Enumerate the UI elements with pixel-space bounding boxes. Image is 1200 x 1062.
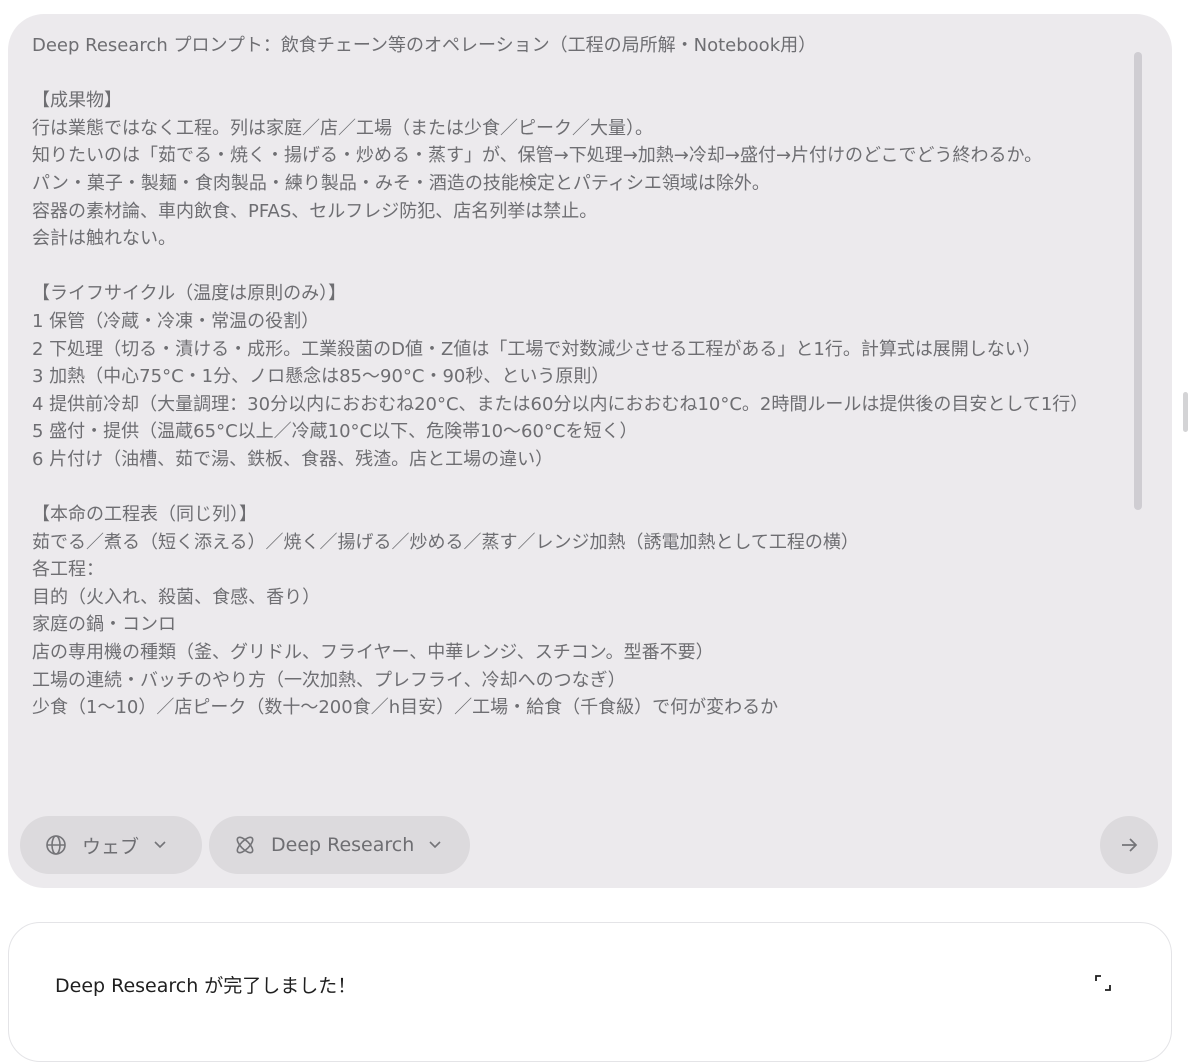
deep-research-label: Deep Research bbox=[271, 834, 415, 856]
prompt-scrollbar[interactable] bbox=[1134, 52, 1142, 510]
prompt-textarea[interactable]: Deep Research プロンプト：飲食チェーン等のオペレーション（工程の局… bbox=[32, 32, 1128, 800]
web-source-label: ウェブ bbox=[82, 835, 140, 858]
page-scrollbar[interactable] bbox=[1183, 392, 1188, 432]
status-message: Deep Research が完了しました！ bbox=[55, 975, 357, 997]
arrow-right-icon bbox=[1118, 834, 1140, 856]
text-fade-overlay bbox=[8, 794, 1172, 808]
expand-icon[interactable] bbox=[1093, 973, 1113, 993]
chevron-down-icon bbox=[428, 840, 442, 850]
prompt-composer[interactable]: Deep Research プロンプト：飲食チェーン等のオペレーション（工程の局… bbox=[8, 14, 1172, 888]
send-button[interactable] bbox=[1100, 816, 1158, 874]
web-source-dropdown[interactable]: ウェブ bbox=[20, 816, 202, 874]
research-status-card: Deep Research が完了しました！ bbox=[8, 922, 1172, 1062]
deep-research-dropdown[interactable]: Deep Research bbox=[209, 816, 470, 874]
globe-icon bbox=[44, 833, 68, 857]
deep-research-icon bbox=[233, 833, 257, 857]
chevron-down-icon bbox=[153, 840, 167, 850]
